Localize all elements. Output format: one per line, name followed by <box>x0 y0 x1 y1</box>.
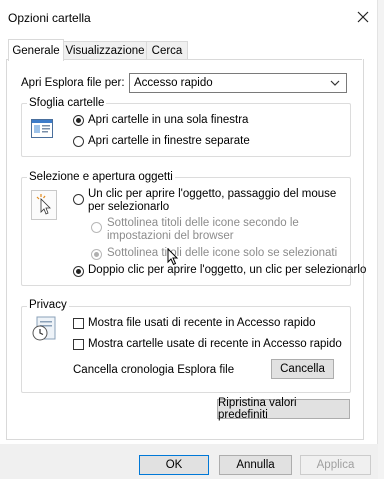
tab-visualizzazione-label: Visualizzazione <box>65 45 145 57</box>
single-click-radio[interactable] <box>73 194 84 205</box>
open-separate-window-label: Apri cartelle in finestre separate <box>88 135 250 147</box>
recent-folders-checkbox[interactable] <box>73 339 84 350</box>
tab-visualizzazione[interactable]: Visualizzazione <box>63 41 147 60</box>
close-icon <box>357 11 369 23</box>
tab-cerca[interactable]: Cerca <box>146 41 188 60</box>
clear-history-label: Cancella cronologia Esplora file <box>73 364 235 376</box>
double-click-radio[interactable] <box>73 266 84 277</box>
open-explorer-value: Accesso rapido <box>134 77 213 89</box>
tab-generale[interactable]: Generale <box>8 39 64 61</box>
cursor-click-icon <box>31 190 57 223</box>
recent-folders-label: Mostra cartelle usate di recente in Acce… <box>88 338 342 350</box>
window-icon <box>31 118 53 143</box>
browse-folders-legend: Sfoglia cartelle <box>27 97 107 109</box>
recent-files-checkbox[interactable] <box>73 318 84 329</box>
underline-selected-radio[interactable] <box>91 249 102 260</box>
privacy-legend: Privacy <box>27 299 69 311</box>
tab-generale-label: Generale <box>12 44 60 57</box>
recent-files-label: Mostra file usati di recente in Accesso … <box>88 317 316 329</box>
underline-selected-label: Sottolinea titoli delle icone solo se se… <box>107 247 338 259</box>
open-same-window-radio[interactable] <box>73 115 84 126</box>
underline-browser-radio[interactable] <box>91 222 102 233</box>
open-separate-window-radio[interactable] <box>73 136 84 147</box>
close-button[interactable] <box>348 3 378 31</box>
mouse-pointer-icon <box>167 247 179 269</box>
background-window-edge <box>377 0 384 479</box>
browse-folders-group <box>21 103 351 157</box>
single-click-label-line2: per selezionarlo <box>88 201 170 213</box>
clear-history-button-label: Cancella <box>280 363 325 375</box>
single-click-label-line1: Un clic per aprire l'oggetto, passaggio … <box>88 188 337 200</box>
window-title: Opzioni cartella <box>8 11 91 25</box>
underline-browser-label-line1: Sottolinea titoli delle icone secondo le <box>107 217 299 229</box>
double-click-label: Doppio clic per aprire l'oggetto, un cli… <box>88 264 367 276</box>
tab-cerca-label: Cerca <box>151 45 183 57</box>
cancel-button-label: Annulla <box>236 459 275 471</box>
clear-history-button[interactable]: Cancella <box>271 359 334 379</box>
underline-browser-label-line2: impostazioni del browser <box>107 230 234 242</box>
restore-defaults-button[interactable]: Ripristina valori predefiniti <box>217 397 350 421</box>
open-same-window-label: Apri cartelle in una sola finestra <box>88 114 249 126</box>
apply-button[interactable]: Applica <box>300 455 371 475</box>
open-explorer-label: Apri Esplora file per: <box>21 77 125 89</box>
ok-button[interactable]: OK <box>139 455 209 475</box>
apply-button-label: Applica <box>316 459 355 471</box>
restore-defaults-label: Ripristina valori predefiniti <box>218 397 297 421</box>
cancel-button[interactable]: Annulla <box>219 455 292 475</box>
chevron-down-icon <box>330 80 340 86</box>
click-items-legend: Selezione e apertura oggetti <box>27 171 175 183</box>
open-explorer-select[interactable]: Accesso rapido <box>129 73 347 93</box>
history-clock-icon <box>31 314 59 345</box>
ok-button-label: OK <box>165 459 183 471</box>
